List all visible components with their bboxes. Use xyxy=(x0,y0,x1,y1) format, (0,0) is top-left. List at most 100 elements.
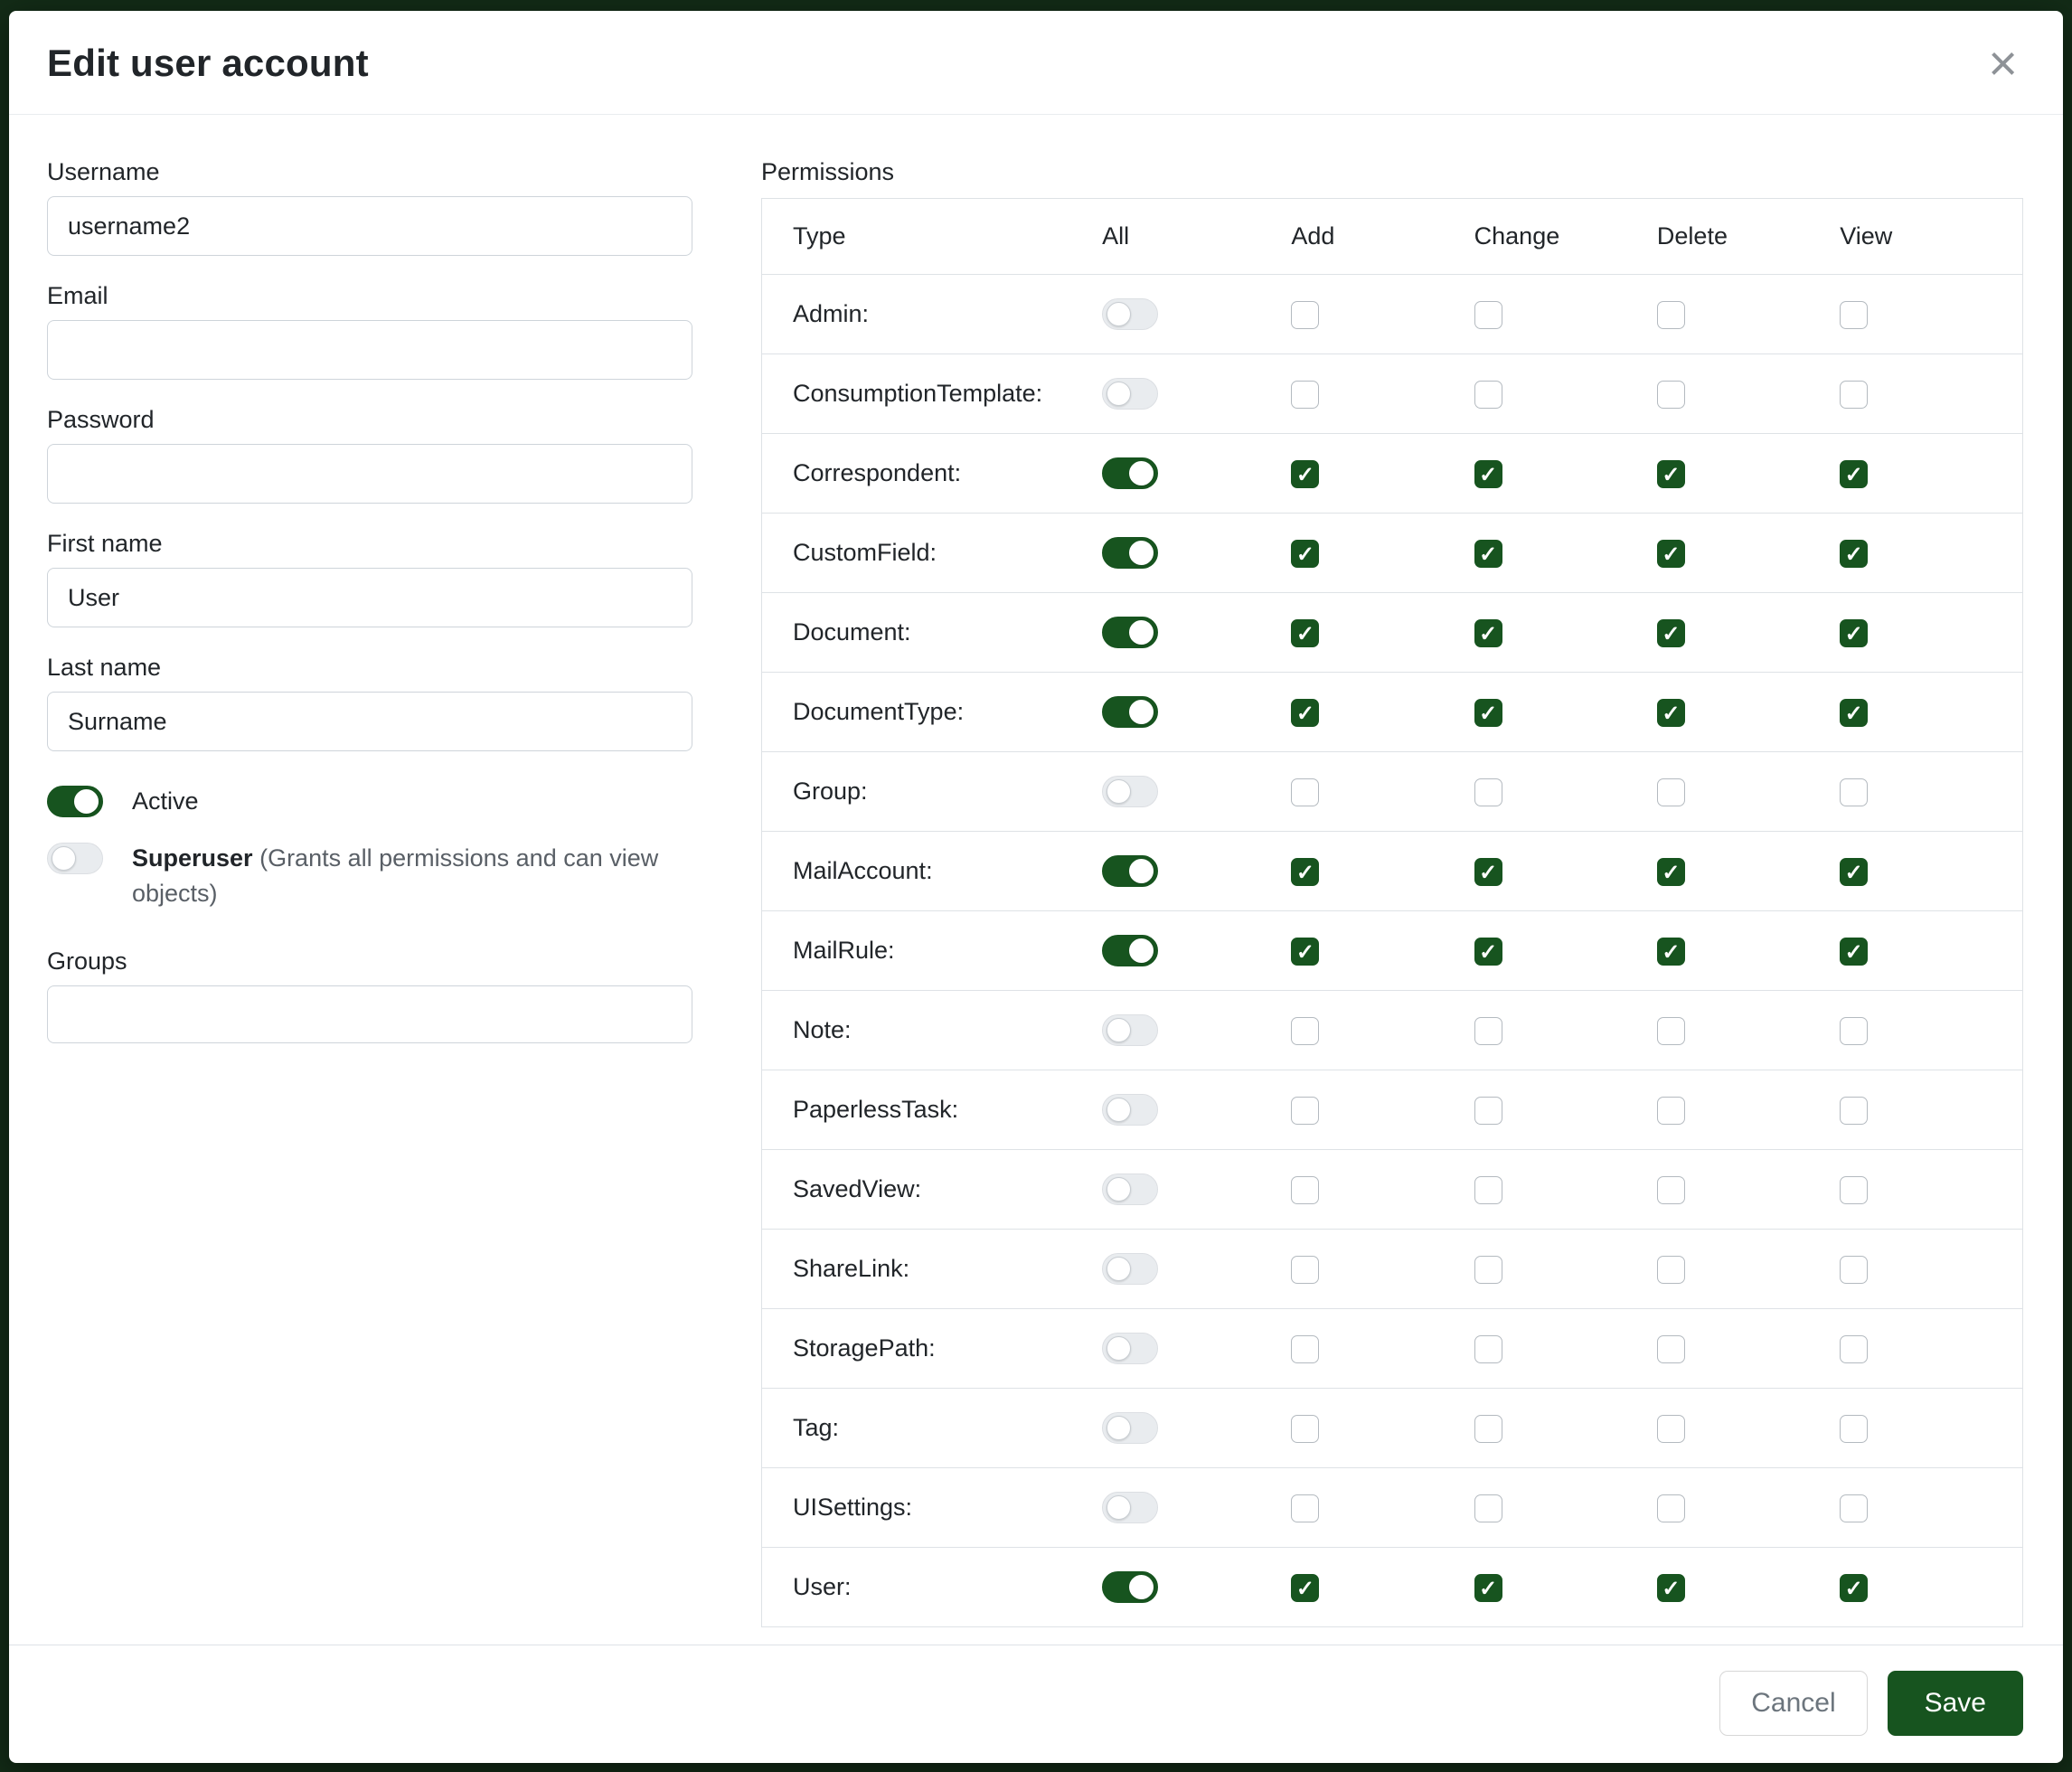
permission-view-checkbox[interactable] xyxy=(1840,619,1868,647)
superuser-toggle[interactable] xyxy=(47,843,103,874)
permission-delete-checkbox[interactable] xyxy=(1657,778,1685,806)
permission-change-checkbox[interactable] xyxy=(1474,381,1502,409)
permission-all-toggle[interactable] xyxy=(1102,298,1158,330)
active-toggle[interactable] xyxy=(47,786,103,817)
permission-view-checkbox[interactable] xyxy=(1840,938,1868,966)
permission-change-checkbox[interactable] xyxy=(1474,1256,1502,1284)
permission-change-checkbox[interactable] xyxy=(1474,778,1502,806)
permission-change-checkbox[interactable] xyxy=(1474,1017,1502,1045)
permission-all-toggle[interactable] xyxy=(1102,696,1158,728)
permission-all-toggle[interactable] xyxy=(1102,1412,1158,1444)
permission-change-checkbox[interactable] xyxy=(1474,1415,1502,1443)
permission-add-checkbox[interactable] xyxy=(1291,460,1319,488)
permission-delete-checkbox[interactable] xyxy=(1657,1335,1685,1363)
email-field[interactable] xyxy=(47,320,692,380)
permission-delete-checkbox[interactable] xyxy=(1657,1256,1685,1284)
permission-delete-checkbox[interactable] xyxy=(1657,1574,1685,1602)
permission-view-checkbox[interactable] xyxy=(1840,1335,1868,1363)
permission-all-toggle[interactable] xyxy=(1102,617,1158,648)
username-input[interactable] xyxy=(47,196,692,256)
permission-all-toggle[interactable] xyxy=(1102,1333,1158,1364)
permission-all-toggle[interactable] xyxy=(1102,1253,1158,1285)
permission-all-toggle[interactable] xyxy=(1102,1014,1158,1046)
permission-view-checkbox[interactable] xyxy=(1840,1097,1868,1125)
last-name-field[interactable] xyxy=(47,692,692,751)
permission-change-checkbox[interactable] xyxy=(1474,1176,1502,1204)
permission-add-checkbox[interactable] xyxy=(1291,619,1319,647)
permission-delete-checkbox[interactable] xyxy=(1657,1415,1685,1443)
permission-add-checkbox[interactable] xyxy=(1291,938,1319,966)
permission-delete-checkbox[interactable] xyxy=(1657,1494,1685,1522)
save-button[interactable]: Save xyxy=(1888,1671,2023,1736)
permission-view-checkbox[interactable] xyxy=(1840,1574,1868,1602)
permission-change-checkbox[interactable] xyxy=(1474,619,1502,647)
cancel-button[interactable]: Cancel xyxy=(1719,1671,1867,1736)
permission-add-checkbox[interactable] xyxy=(1291,1415,1319,1443)
permission-add-checkbox[interactable] xyxy=(1291,858,1319,886)
permission-view-checkbox[interactable] xyxy=(1840,301,1868,329)
permission-view-checkbox[interactable] xyxy=(1840,858,1868,886)
last-name-group: Last name xyxy=(47,654,692,751)
permission-change-checkbox[interactable] xyxy=(1474,1335,1502,1363)
permission-change-checkbox[interactable] xyxy=(1474,1097,1502,1125)
permission-all-toggle[interactable] xyxy=(1102,855,1158,887)
permission-view-checkbox[interactable] xyxy=(1840,1176,1868,1204)
permission-all-toggle[interactable] xyxy=(1102,776,1158,807)
permission-type-label: MailRule: xyxy=(762,911,1103,991)
permission-row: CustomField: xyxy=(762,514,2023,593)
permission-all-toggle[interactable] xyxy=(1102,1094,1158,1126)
permission-view-checkbox[interactable] xyxy=(1840,699,1868,727)
permission-add-checkbox[interactable] xyxy=(1291,1097,1319,1125)
permission-add-checkbox[interactable] xyxy=(1291,778,1319,806)
permission-add-checkbox[interactable] xyxy=(1291,1494,1319,1522)
permission-change-checkbox[interactable] xyxy=(1474,540,1502,568)
permission-change-checkbox[interactable] xyxy=(1474,938,1502,966)
permission-delete-checkbox[interactable] xyxy=(1657,699,1685,727)
permissions-col-view: View xyxy=(1840,199,2022,275)
first-name-field[interactable] xyxy=(47,568,692,627)
permission-delete-checkbox[interactable] xyxy=(1657,1176,1685,1204)
permission-add-checkbox[interactable] xyxy=(1291,1574,1319,1602)
permission-change-checkbox[interactable] xyxy=(1474,858,1502,886)
permission-change-checkbox[interactable] xyxy=(1474,301,1502,329)
permission-add-checkbox[interactable] xyxy=(1291,699,1319,727)
close-icon[interactable]: × xyxy=(1983,45,2023,81)
permission-add-checkbox[interactable] xyxy=(1291,1017,1319,1045)
permission-delete-checkbox[interactable] xyxy=(1657,460,1685,488)
permission-delete-checkbox[interactable] xyxy=(1657,858,1685,886)
permission-all-toggle[interactable] xyxy=(1102,1173,1158,1205)
permission-view-checkbox[interactable] xyxy=(1840,460,1868,488)
permission-delete-checkbox[interactable] xyxy=(1657,301,1685,329)
permission-all-toggle[interactable] xyxy=(1102,1571,1158,1603)
permission-change-checkbox[interactable] xyxy=(1474,1494,1502,1522)
groups-select[interactable] xyxy=(47,985,692,1043)
permission-delete-checkbox[interactable] xyxy=(1657,938,1685,966)
password-field[interactable] xyxy=(47,444,692,504)
permission-view-checkbox[interactable] xyxy=(1840,778,1868,806)
permission-delete-checkbox[interactable] xyxy=(1657,381,1685,409)
permission-view-checkbox[interactable] xyxy=(1840,540,1868,568)
permission-all-toggle[interactable] xyxy=(1102,378,1158,410)
permission-view-checkbox[interactable] xyxy=(1840,381,1868,409)
permission-add-checkbox[interactable] xyxy=(1291,540,1319,568)
permission-all-toggle[interactable] xyxy=(1102,537,1158,569)
permission-view-checkbox[interactable] xyxy=(1840,1017,1868,1045)
permission-view-checkbox[interactable] xyxy=(1840,1256,1868,1284)
permission-view-checkbox[interactable] xyxy=(1840,1494,1868,1522)
permission-add-checkbox[interactable] xyxy=(1291,1176,1319,1204)
permission-all-toggle[interactable] xyxy=(1102,457,1158,489)
permission-change-checkbox[interactable] xyxy=(1474,460,1502,488)
permission-delete-checkbox[interactable] xyxy=(1657,1017,1685,1045)
permission-change-checkbox[interactable] xyxy=(1474,1574,1502,1602)
permission-add-checkbox[interactable] xyxy=(1291,381,1319,409)
permission-delete-checkbox[interactable] xyxy=(1657,1097,1685,1125)
permission-add-checkbox[interactable] xyxy=(1291,1256,1319,1284)
permission-all-toggle[interactable] xyxy=(1102,935,1158,966)
permission-delete-checkbox[interactable] xyxy=(1657,619,1685,647)
permission-all-toggle[interactable] xyxy=(1102,1492,1158,1523)
permission-add-checkbox[interactable] xyxy=(1291,301,1319,329)
permission-view-checkbox[interactable] xyxy=(1840,1415,1868,1443)
permission-add-checkbox[interactable] xyxy=(1291,1335,1319,1363)
permission-delete-checkbox[interactable] xyxy=(1657,540,1685,568)
permission-change-checkbox[interactable] xyxy=(1474,699,1502,727)
